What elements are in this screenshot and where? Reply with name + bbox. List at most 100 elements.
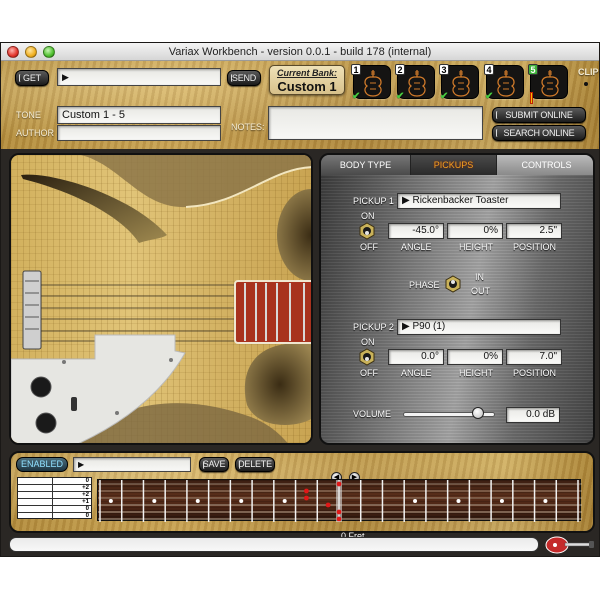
volume-knob — [30, 376, 52, 398]
guitar-icon — [541, 70, 559, 97]
pickup-selector-switch — [71, 397, 77, 411]
string-offset-row[interactable]: 0 — [18, 478, 91, 485]
string-offset-row[interactable]: +2 — [18, 492, 91, 499]
settings-panel: BODY TYPE PICKUPS CONTROLS PICKUP 1 ▶ Ri… — [319, 153, 595, 445]
volume-slider-thumb[interactable] — [472, 407, 485, 419]
clip-indicator — [584, 82, 588, 86]
pickup2-toggle-switch[interactable] — [359, 348, 375, 366]
tuning-enabled-toggle[interactable]: ENABLED — [16, 457, 68, 472]
string-name-cell — [18, 513, 53, 520]
alternate-tuning-panel: ENABLED ▶ SAVE DELETE 0 +2 +2 +1 0 0 ◀ ▶ 0 Fr… — [9, 451, 595, 541]
slot-number: 5 — [528, 64, 538, 75]
string-offset-value: +1 — [82, 499, 89, 505]
zoom-window-button[interactable] — [43, 46, 55, 58]
tuning-marker — [325, 502, 331, 508]
check-icon: ✔ — [440, 91, 449, 102]
tone-field[interactable]: Custom 1 - 5 — [57, 106, 221, 124]
tuning-delete-button[interactable]: DELETE — [235, 457, 275, 472]
slot-number: 4 — [484, 64, 494, 75]
notes-field[interactable] — [268, 106, 483, 140]
pickup2-angle-label: ANGLE — [401, 368, 432, 378]
variax-logo-icon — [545, 536, 594, 554]
search-online-button[interactable]: SEARCH ONLINE — [492, 125, 586, 141]
bank-slot-1[interactable]: 1 ✔ — [351, 64, 391, 102]
get-button[interactable]: GET — [15, 70, 49, 86]
author-field[interactable] — [57, 125, 221, 141]
current-bank-value: Custom 1 — [277, 79, 337, 94]
send-button[interactable]: SEND — [227, 70, 261, 86]
status-bar — [9, 537, 539, 552]
phase-toggle-switch[interactable] — [445, 275, 461, 293]
string-offset-row[interactable]: 0 — [18, 513, 91, 520]
fret-inlay — [195, 499, 200, 503]
clip-label: CLIP — [578, 67, 599, 77]
pickup1-height-field[interactable]: 0% — [447, 223, 503, 239]
string-offset-row[interactable]: +1 — [18, 499, 91, 506]
fret-inlay — [108, 499, 113, 503]
fret-inlay — [282, 499, 287, 503]
tuning-save-button[interactable]: SAVE — [199, 457, 229, 472]
pickup1-toggle-switch[interactable] — [359, 222, 375, 240]
volume-value-field[interactable]: 0.0 dB — [506, 407, 560, 423]
phase-in-label: IN — [475, 272, 484, 282]
pickup1-position-field[interactable]: 2.5" — [506, 223, 562, 239]
tab-pickups[interactable]: PICKUPS — [411, 155, 497, 175]
app-window: Variax Workbench - version 0.0.1 - build… — [0, 42, 600, 557]
tone-knob — [35, 412, 57, 434]
pickup2-height-field[interactable]: 0% — [447, 349, 503, 365]
string-name-cell — [18, 492, 53, 498]
tuning-preset-select[interactable]: ▶ — [73, 457, 191, 472]
pickup1-model-select[interactable]: ▶ Rickenbacker Toaster — [397, 193, 561, 209]
check-icon: ✔ — [485, 91, 494, 102]
lower-cutout — [244, 343, 311, 425]
submit-online-button[interactable]: SUBMIT ONLINE — [492, 107, 586, 123]
minimize-window-button[interactable] — [25, 46, 37, 58]
bank-slot-5[interactable]: 5 — [528, 64, 568, 104]
string-offset-table: 0 +2 +2 +1 0 0 — [17, 477, 92, 520]
bridge — [22, 270, 42, 350]
string-name-cell — [18, 499, 53, 505]
pickup1-angle-field[interactable]: -45.0° — [388, 223, 444, 239]
fretboard[interactable] — [97, 479, 582, 522]
fret-inlay — [152, 499, 157, 503]
author-label: AUTHOR — [16, 128, 54, 138]
window-title: Variax Workbench - version 0.0.1 - build… — [168, 46, 432, 58]
string-offset-value: +2 — [82, 492, 89, 498]
guitar-body-view — [9, 153, 313, 445]
guitar-icon — [452, 70, 470, 97]
close-window-button[interactable] — [7, 46, 19, 58]
check-icon: ✔ — [396, 91, 405, 102]
phase-label: PHASE — [409, 280, 440, 290]
string-offset-value: +2 — [82, 485, 89, 491]
tab-body-type[interactable]: BODY TYPE — [321, 155, 411, 175]
pickup1-off-label: OFF — [360, 242, 378, 252]
fret-inlay — [499, 499, 504, 503]
string-offset-value: 0 — [85, 478, 89, 484]
pickup2-height-label: HEIGHT — [459, 368, 494, 378]
pickup1-height-label: HEIGHT — [459, 242, 494, 252]
fret-inlay — [543, 499, 548, 503]
pickup2-position-field[interactable]: 7.0" — [506, 349, 562, 365]
pickup1-position-label: POSITION — [513, 242, 557, 252]
bank-slot-3[interactable]: 3 ✔ — [439, 64, 479, 102]
slot-number: 2 — [395, 64, 405, 75]
slot-number: 1 — [351, 64, 361, 75]
pickup2-off-label: OFF — [360, 368, 378, 378]
tab-controls[interactable]: CONTROLS — [497, 155, 593, 175]
string-offset-row[interactable]: +2 — [18, 485, 91, 492]
slot-number: 3 — [439, 64, 449, 75]
tuning-marker — [304, 495, 309, 501]
string-offset-row[interactable]: 0 — [18, 506, 91, 513]
bank-slot-4[interactable]: 4 ✔ — [484, 64, 524, 102]
patch-select-field[interactable]: ▶ — [57, 68, 221, 86]
string-name-cell — [18, 485, 53, 491]
pickup1-label: PICKUP 1 — [353, 196, 394, 206]
warning-icon — [530, 92, 533, 104]
pickup2-angle-field[interactable]: 0.0° — [388, 349, 444, 365]
pickup1-on-label: ON — [361, 211, 375, 221]
fret-inlay — [239, 499, 244, 503]
bank-slot-2[interactable]: 2 ✔ — [395, 64, 435, 102]
guitar-body-illustration — [11, 155, 311, 443]
pickup2-model-select[interactable]: ▶ P90 (1) — [397, 319, 561, 335]
header-panel: GET ▶ SEND Current Bank: Custom 1 1 ✔ 2 ✔ 3 ✔… — [1, 61, 599, 149]
